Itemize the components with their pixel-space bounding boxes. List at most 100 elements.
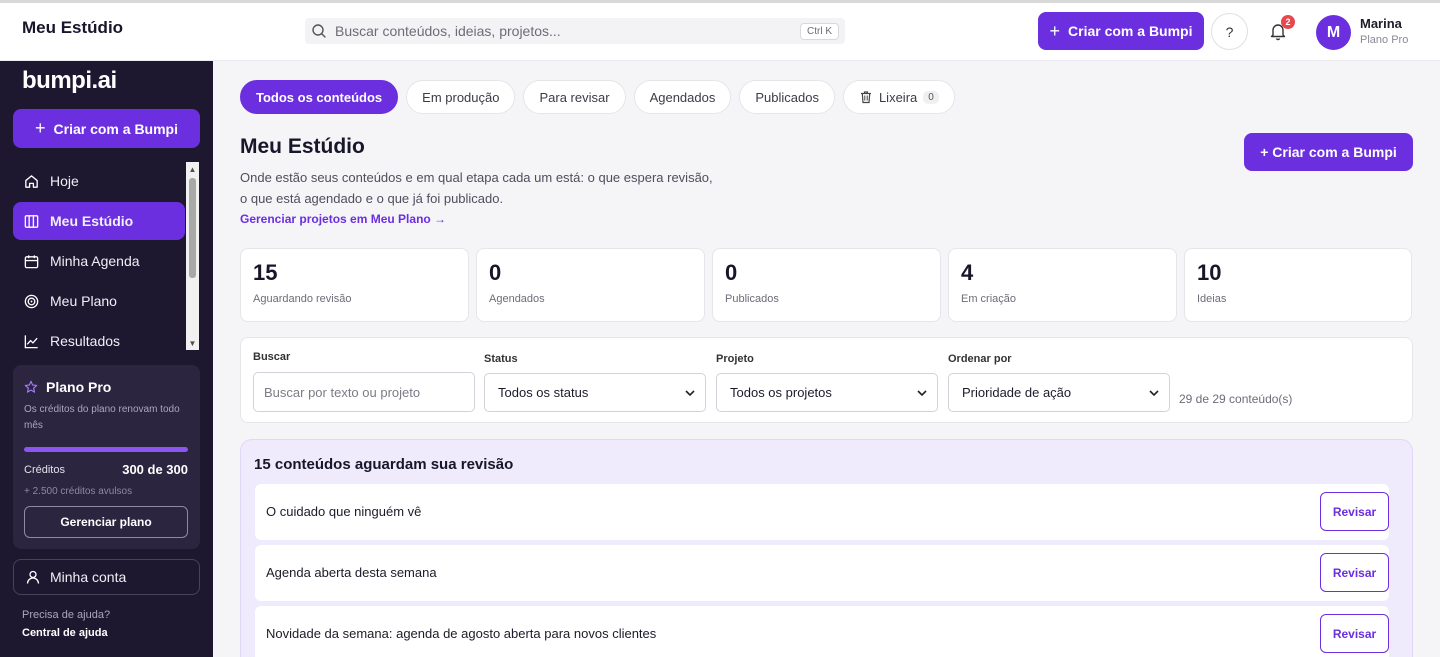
- sidebar-item-resultados[interactable]: Resultados: [13, 322, 185, 350]
- sort-select[interactable]: Prioridade de ação: [948, 373, 1170, 412]
- review-item-title: Agenda aberta desta semana: [266, 565, 437, 580]
- board-icon: [24, 214, 39, 228]
- list-item: Novidade da semana: agenda de agosto abe…: [255, 606, 1389, 657]
- plus-icon: +: [35, 118, 46, 138]
- sidebar-create-button[interactable]: + Criar com a Bumpi: [13, 109, 200, 148]
- plan-title: Plano Pro: [24, 379, 111, 395]
- scroll-down-arrow-icon[interactable]: ▼: [186, 336, 199, 350]
- sidebar-scrollbar[interactable]: ▲ ▼: [186, 162, 199, 350]
- sidebar-item-label: Meu Estúdio: [50, 213, 134, 229]
- review-panel-title: 15 conteúdos aguardam sua revisão: [254, 456, 514, 473]
- stat-card-publicados[interactable]: 0 Publicados: [712, 248, 941, 322]
- search-icon: [312, 24, 326, 38]
- page-description: Onde estão seus conteúdos e em qual etap…: [240, 170, 713, 206]
- stat-label: Em criação: [961, 293, 1017, 305]
- sidebar: bumpi.ai + Criar com a Bumpi Hoje Meu Es…: [0, 61, 213, 657]
- credits-label: Créditos: [24, 464, 65, 476]
- avatar[interactable]: M: [1316, 15, 1351, 50]
- review-button[interactable]: Revisar: [1320, 492, 1389, 531]
- chevron-down-icon: [1149, 389, 1159, 396]
- page-title: Meu Estúdio: [240, 135, 365, 158]
- global-search-input[interactable]: [335, 23, 800, 39]
- manage-projects-link[interactable]: Gerenciar projetos em Meu Plano →: [240, 212, 446, 226]
- scroll-up-arrow-icon[interactable]: ▲: [186, 162, 199, 176]
- tab-lixeira-label: Lixeira: [878, 89, 918, 105]
- app-title: Meu Estúdio: [22, 18, 124, 37]
- account-button[interactable]: Minha conta: [13, 559, 200, 595]
- manage-plan-button[interactable]: Gerenciar plano: [24, 506, 188, 538]
- global-search[interactable]: Ctrl K: [305, 18, 845, 44]
- sidebar-item-label: Resultados: [50, 333, 121, 349]
- target-icon: [24, 294, 39, 308]
- tab-para-revisar[interactable]: Para revisar: [523, 80, 626, 114]
- user-icon: [26, 570, 40, 584]
- content-search-input[interactable]: [253, 372, 475, 412]
- stat-card-aguardando-revisao[interactable]: 15 Aguardando revisão: [240, 248, 469, 322]
- sidebar-item-hoje[interactable]: Hoje: [13, 162, 185, 200]
- status-select-value: Todos os status: [498, 385, 589, 400]
- main-create-button[interactable]: + Criar com a Bumpi: [1244, 133, 1413, 171]
- sidebar-create-label: Criar com a Bumpi: [53, 120, 178, 137]
- results-count: 29 de 29 conteúdo(s): [1179, 392, 1293, 406]
- stat-label: Aguardando revisão: [253, 293, 352, 305]
- stat-card-em-criacao[interactable]: 4 Em criação: [948, 248, 1177, 322]
- help-question: Precisa de ajuda?: [22, 609, 111, 621]
- stat-value: 0: [725, 260, 738, 285]
- tab-publicados[interactable]: Publicados: [739, 80, 835, 114]
- tab-todos[interactable]: Todos os conteúdos: [240, 80, 399, 114]
- stat-label: Publicados: [725, 293, 779, 305]
- chevron-down-icon: [685, 389, 695, 396]
- status-select[interactable]: Todos os status: [484, 373, 706, 412]
- sidebar-item-meu-estudio[interactable]: Meu Estúdio: [13, 202, 185, 240]
- sidebar-item-minha-agenda[interactable]: Minha Agenda: [13, 242, 185, 280]
- sidebar-nav: Hoje Meu Estúdio Minha Agenda Meu Plano …: [13, 162, 185, 350]
- scroll-thumb[interactable]: [189, 178, 196, 278]
- plan-title-label: Plano Pro: [46, 379, 112, 395]
- calendar-icon: [24, 254, 39, 268]
- review-item-title: Novidade da semana: agenda de agosto abe…: [266, 626, 657, 641]
- user-name: Marina: [1360, 16, 1402, 31]
- review-button[interactable]: Revisar: [1320, 553, 1389, 592]
- search-filter-label: Buscar: [253, 351, 291, 363]
- help-center-link[interactable]: Central de ajuda: [22, 627, 108, 639]
- sidebar-item-label: Meu Plano: [50, 293, 117, 309]
- sidebar-item-meu-plano[interactable]: Meu Plano: [13, 282, 185, 320]
- plan-description: Os créditos do plano renovam todo mês: [24, 404, 180, 431]
- tab-lixeira[interactable]: Lixeira 0: [842, 80, 955, 114]
- project-select-value: Todos os projetos: [730, 385, 832, 400]
- star-icon: [24, 380, 38, 393]
- logo[interactable]: bumpi.ai: [22, 67, 117, 95]
- top-create-label: Criar com a Bumpi: [1068, 23, 1193, 39]
- stats-row: 15 Aguardando revisão 0 Agendados 0 Publ…: [240, 248, 1412, 322]
- stat-value: 0: [489, 260, 502, 285]
- plus-icon: +: [1049, 20, 1061, 41]
- sort-select-value: Prioridade de ação: [962, 385, 1072, 400]
- trash-icon: [860, 91, 871, 104]
- tab-em-producao[interactable]: Em produção: [406, 80, 516, 114]
- top-create-button[interactable]: + Criar com a Bumpi: [1038, 12, 1204, 50]
- sidebar-item-label: Hoje: [50, 173, 79, 189]
- status-tabs: Todos os conteúdos Em produção Para revi…: [240, 80, 963, 114]
- project-select[interactable]: Todos os projetos: [716, 373, 938, 412]
- list-item: Agenda aberta desta semana Revisar: [255, 545, 1389, 601]
- list-item: O cuidado que ninguém vê Revisar: [255, 484, 1389, 540]
- review-button[interactable]: Revisar: [1320, 614, 1389, 653]
- review-panel: 15 conteúdos aguardam sua revisão O cuid…: [240, 439, 1413, 657]
- help-button[interactable]: ?: [1211, 13, 1248, 50]
- chart-icon: [24, 334, 38, 348]
- stat-card-agendados[interactable]: 0 Agendados: [476, 248, 705, 322]
- stat-value: 10: [1197, 260, 1222, 285]
- account-label: Minha conta: [50, 569, 127, 585]
- tab-agendados[interactable]: Agendados: [633, 80, 732, 114]
- credits-value: 300 de 300: [122, 462, 188, 477]
- user-plan: Plano Pro: [1360, 34, 1409, 46]
- main-content: Todos os conteúdos Em produção Para revi…: [213, 61, 1440, 657]
- project-filter-label: Projeto: [716, 353, 754, 365]
- stat-card-ideias[interactable]: 10 Ideias: [1184, 248, 1412, 322]
- plan-card: Plano Pro Os créditos do plano renovam t…: [13, 365, 200, 549]
- review-item-title: O cuidado que ninguém vê: [266, 504, 422, 519]
- trash-count-badge: 0: [923, 90, 939, 104]
- top-bar: Meu Estúdio Ctrl K + Criar com a Bumpi ?…: [0, 0, 1440, 61]
- stat-value: 15: [253, 260, 278, 285]
- extra-credits: + 2.500 créditos avulsos: [24, 486, 133, 497]
